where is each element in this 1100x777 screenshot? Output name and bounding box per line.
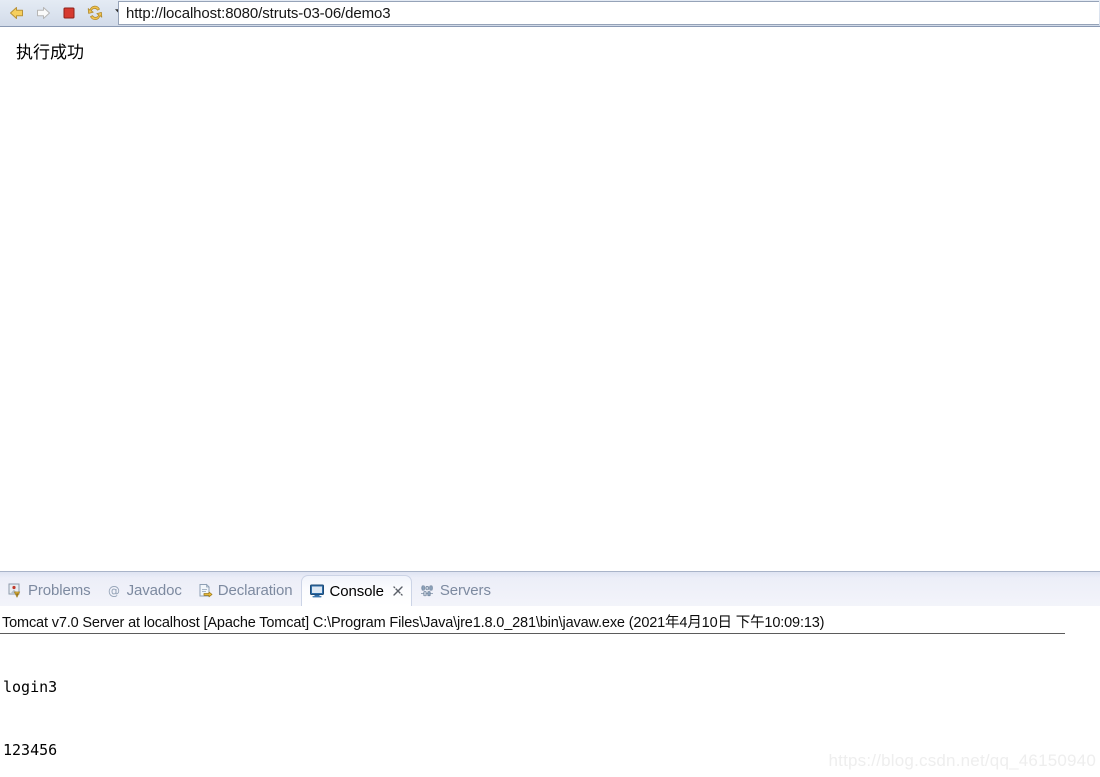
view-tab-bar: Problems @ Javadoc Declaration Console S… bbox=[0, 572, 1100, 606]
console-launch-header: Tomcat v7.0 Server at localhost [Apache … bbox=[2, 615, 825, 631]
tab-javadoc[interactable]: @ Javadoc bbox=[99, 575, 190, 606]
refresh-icon bbox=[86, 5, 104, 21]
tab-servers[interactable]: Servers bbox=[412, 575, 499, 606]
tab-servers-label: Servers bbox=[439, 582, 491, 599]
close-icon[interactable] bbox=[392, 585, 405, 598]
console-header-rule bbox=[0, 633, 1065, 634]
tab-javadoc-label: Javadoc bbox=[126, 582, 182, 599]
url-bar[interactable]: http://localhost:8080/struts-03-06/demo3 bbox=[118, 1, 1099, 25]
tab-console-label: Console bbox=[329, 582, 384, 600]
console-icon bbox=[309, 583, 325, 599]
tab-declaration-label: Declaration bbox=[217, 582, 293, 599]
tab-declaration[interactable]: Declaration bbox=[190, 575, 301, 606]
browser-toolbar: http://localhost:8080/struts-03-06/demo3 bbox=[0, 0, 1100, 27]
navigation-buttons bbox=[0, 0, 128, 26]
tab-problems[interactable]: Problems bbox=[0, 575, 99, 606]
javadoc-icon: @ bbox=[106, 583, 122, 599]
servers-icon bbox=[419, 583, 435, 599]
declaration-icon bbox=[197, 583, 213, 599]
console-line: 123456 bbox=[3, 741, 58, 759]
forward-button[interactable] bbox=[32, 2, 54, 24]
problems-icon bbox=[7, 583, 23, 599]
refresh-button[interactable] bbox=[84, 2, 106, 24]
page-body-text: 执行成功 bbox=[16, 43, 84, 63]
eclipse-bottom-panel: Problems @ Javadoc Declaration Console S… bbox=[0, 571, 1100, 777]
back-button[interactable] bbox=[6, 2, 28, 24]
back-arrow-icon bbox=[8, 5, 26, 21]
tab-problems-label: Problems bbox=[28, 582, 91, 599]
console-output[interactable]: login3 123456 User [username=login3, pas… bbox=[3, 635, 355, 777]
forward-arrow-icon bbox=[34, 5, 52, 21]
watermark: https://blog.csdn.net/qq_46150940 bbox=[828, 751, 1096, 770]
stop-square-icon bbox=[61, 5, 77, 21]
page-content-area: 执行成功 bbox=[0, 27, 1100, 571]
svg-text:@: @ bbox=[108, 584, 120, 598]
tab-console[interactable]: Console bbox=[300, 575, 412, 606]
url-text: http://localhost:8080/struts-03-06/demo3 bbox=[126, 4, 391, 22]
console-line: login3 bbox=[3, 678, 58, 696]
stop-button[interactable] bbox=[58, 2, 80, 24]
